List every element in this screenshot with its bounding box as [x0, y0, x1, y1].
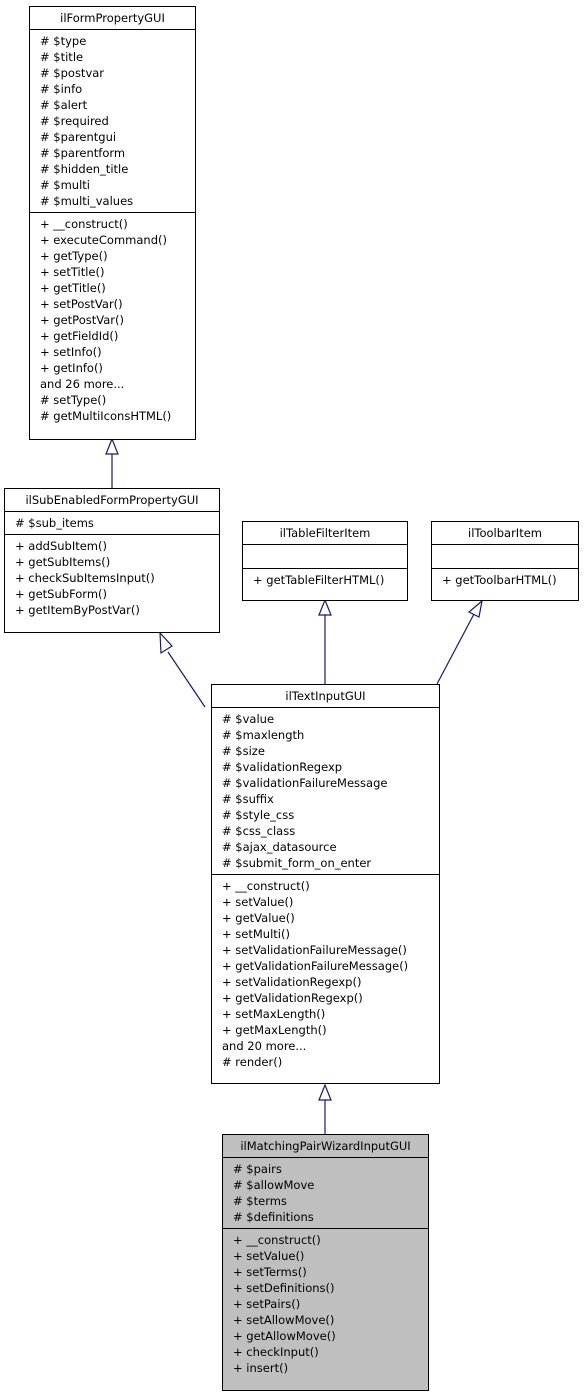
class-method: + getType(): [40, 249, 108, 263]
class-method: + executeCommand(): [40, 233, 167, 247]
class-method: + setMulti(): [222, 927, 290, 941]
class-attribute: # $sub_items: [15, 516, 94, 530]
class-method: + setAllowMove(): [233, 1313, 335, 1327]
methods-section: + __construct() + setValue() + getValue() +…: [212, 875, 439, 1073]
class-method: + setPairs(): [233, 1297, 301, 1311]
class-attribute: # $required: [40, 114, 109, 128]
methods-section: + getTableFilterHTML(): [243, 569, 407, 591]
class-method: + checkInput(): [233, 1345, 319, 1359]
class-ilFormPropertyGUI[interactable]: ilFormPropertyGUI # $type # $title # $post…: [29, 6, 196, 440]
class-method: + setMaxLength(): [222, 1007, 326, 1021]
class-attribute: # $css_class: [222, 824, 296, 838]
class-ilMatchingPairWizardInputGUI[interactable]: ilMatchingPairWizardInputGUI # $pairs # $…: [222, 1134, 429, 1391]
class-attribute: # $value: [222, 712, 275, 726]
class-ilTableFilterItem[interactable]: ilTableFilterItem + getTableFilterHTML(): [242, 521, 408, 601]
edge-textinput-to-toolbar: [436, 599, 483, 685]
class-method: + getValidationFailureMessage(): [222, 959, 409, 973]
class-method: + getAllowMove(): [233, 1329, 336, 1343]
class-ilToolbarItem[interactable]: ilToolbarItem + getToolbarHTML(): [431, 521, 579, 601]
class-method: + setTerms(): [233, 1265, 307, 1279]
class-method: + getValidationRegexp(): [222, 991, 363, 1005]
class-attribute: # $alert: [40, 98, 88, 112]
class-method: + getSubItems(): [15, 555, 111, 569]
methods-section: + __construct() + setValue() + setTerms() +…: [223, 1229, 428, 1379]
class-method: + getToolbarHTML(): [442, 573, 557, 587]
class-method: + getValue(): [222, 911, 295, 925]
edge-subenabled-to-formproperty: [105, 437, 119, 488]
class-attribute: # $definitions: [233, 1210, 314, 1224]
class-ilSubEnabledFormPropertyGUI[interactable]: ilSubEnabledFormPropertyGUI # $sub_items…: [4, 488, 220, 633]
class-attribute: # $postvar: [40, 66, 105, 80]
methods-section: + addSubItem() + getSubItems() + checkSubI…: [5, 535, 219, 621]
class-method: and 26 more...: [40, 377, 125, 391]
class-name: ilTextInputGUI: [212, 685, 439, 708]
class-method: + setValue(): [233, 1249, 305, 1263]
class-attribute: # $parentgui: [40, 130, 117, 144]
methods-section: + __construct() + executeCommand() + getTy…: [30, 213, 195, 427]
class-name: ilFormPropertyGUI: [30, 7, 195, 30]
class-attribute: # $terms: [233, 1194, 287, 1208]
class-method: + getTableFilterHTML(): [253, 573, 385, 587]
class-attribute: # $size: [222, 744, 265, 758]
class-attribute: # $allowMove: [233, 1178, 315, 1192]
methods-section: + getToolbarHTML(): [432, 569, 578, 591]
class-method: + getSubForm(): [15, 587, 108, 601]
edge-textinput-to-tablefilter: [318, 598, 332, 684]
class-name: ilMatchingPairWizardInputGUI: [223, 1135, 428, 1158]
class-method: + setValidationRegexp(): [222, 975, 362, 989]
class-method: + __construct(): [233, 1233, 321, 1247]
class-method: # render(): [222, 1055, 283, 1069]
class-attribute: # $validationRegexp: [222, 760, 343, 774]
class-attribute: # $suffix: [222, 792, 274, 806]
class-method: # getMultiIconsHTML(): [40, 409, 172, 423]
edge-matchingpair-to-textinput: [318, 1083, 332, 1134]
class-attribute: # $ajax_datasource: [222, 840, 337, 854]
attributes-section: # $pairs # $allowMove # $terms # $definitio…: [223, 1158, 428, 1229]
attributes-section: # $sub_items: [5, 512, 219, 535]
class-method: + setDefinitions(): [233, 1281, 335, 1295]
class-attribute: # $pairs: [233, 1162, 282, 1176]
class-attribute: # $parentform: [40, 146, 126, 160]
class-name: ilSubEnabledFormPropertyGUI: [5, 489, 219, 512]
attributes-section: # $value # $maxlength # $size # $validation…: [212, 708, 439, 875]
class-attribute: # $title: [40, 50, 84, 64]
class-method: + setValue(): [222, 895, 294, 909]
class-attribute: # $hidden_title: [40, 162, 129, 176]
class-attribute: # $type: [40, 34, 87, 48]
class-name: ilTableFilterItem: [243, 522, 407, 545]
class-method: + __construct(): [40, 217, 128, 231]
class-method: + getItemByPostVar(): [15, 603, 140, 617]
edge-textinput-to-subenabled: [159, 631, 206, 708]
class-method: + getInfo(): [40, 361, 103, 375]
class-attribute: # $maxlength: [222, 728, 305, 742]
class-method: + __construct(): [222, 879, 310, 893]
class-method: + getTitle(): [40, 281, 106, 295]
class-method: + setValidationFailureMessage(): [222, 943, 407, 957]
class-attribute: # $multi: [40, 178, 90, 192]
class-method: + checkSubItemsInput(): [15, 571, 155, 585]
class-method: and 20 more...: [222, 1039, 307, 1053]
class-method: + setTitle(): [40, 265, 105, 279]
class-attribute: # $multi_values: [40, 194, 134, 208]
class-method: + insert(): [233, 1361, 289, 1375]
class-method: + setPostVar(): [40, 297, 123, 311]
class-ilTextInputGUI[interactable]: ilTextInputGUI # $value # $maxlength # $si…: [211, 684, 440, 1084]
class-method: + getPostVar(): [40, 313, 124, 327]
class-attribute: # $style_css: [222, 808, 295, 822]
class-attribute: # $validationFailureMessage: [222, 776, 388, 790]
class-method: + setInfo(): [40, 345, 102, 359]
class-method: + getMaxLength(): [222, 1023, 327, 1037]
class-method: + addSubItem(): [15, 539, 107, 553]
attributes-section: [243, 545, 407, 569]
attributes-section: [432, 545, 578, 569]
class-method: # setType(): [40, 393, 107, 407]
class-name: ilToolbarItem: [432, 522, 578, 545]
attributes-section: # $type # $title # $postvar # $info # $alert…: [30, 30, 195, 213]
class-attribute: # $submit_form_on_enter: [222, 856, 372, 870]
class-attribute: # $info: [40, 82, 83, 96]
class-method: + getFieldId(): [40, 329, 119, 343]
